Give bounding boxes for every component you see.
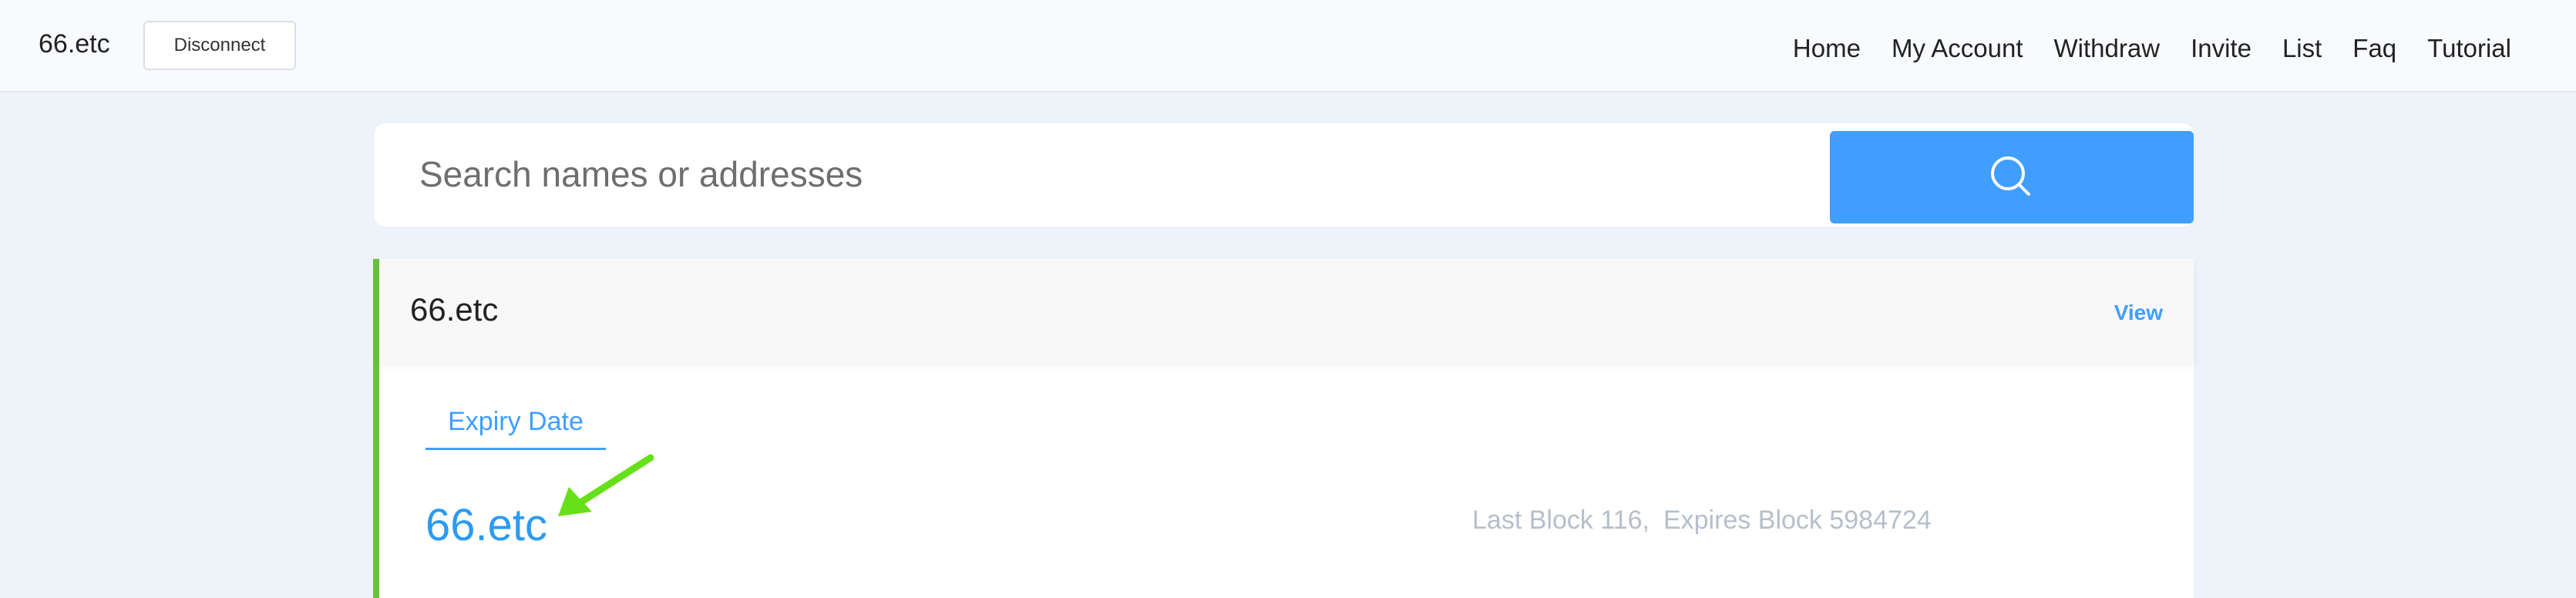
block-info: Last Block 116, Expires Block 5984724	[1472, 506, 1932, 536]
nav-list[interactable]: List	[2282, 34, 2322, 63]
result-card: 66.etc View Expiry Date 66.etc Last Bloc…	[373, 259, 2194, 598]
annotation-arrow-icon	[558, 454, 654, 516]
search-button[interactable]	[1830, 131, 2194, 223]
expires-block: Expires Block 5984724	[1663, 506, 1932, 535]
main-nav: Home My Account Withdraw Invite List Faq…	[1793, 34, 2511, 63]
brand-name[interactable]: 66.etc	[39, 29, 110, 59]
last-block: Last Block 116,	[1472, 506, 1650, 535]
top-bar: 66.etc Disconnect Home My Account Withdr…	[0, 0, 2576, 92]
nav-my-account[interactable]: My Account	[1892, 34, 2023, 63]
nav-withdraw[interactable]: Withdraw	[2054, 34, 2161, 63]
search-input[interactable]	[419, 146, 1807, 202]
nav-faq[interactable]: Faq	[2352, 34, 2396, 63]
search-bar	[375, 123, 2194, 227]
disconnect-button[interactable]: Disconnect	[143, 21, 296, 70]
domain-name: 66.etc	[425, 500, 547, 550]
nav-tutorial[interactable]: Tutorial	[2427, 34, 2511, 63]
result-card-header: 66.etc View	[379, 259, 2194, 362]
search-icon	[1991, 156, 2030, 196]
tab-expiry-date[interactable]: Expiry Date	[425, 407, 606, 450]
view-link[interactable]: View	[2114, 301, 2163, 325]
nav-invite[interactable]: Invite	[2191, 34, 2251, 63]
nav-home[interactable]: Home	[1793, 34, 1861, 63]
result-title: 66.etc	[410, 291, 499, 328]
